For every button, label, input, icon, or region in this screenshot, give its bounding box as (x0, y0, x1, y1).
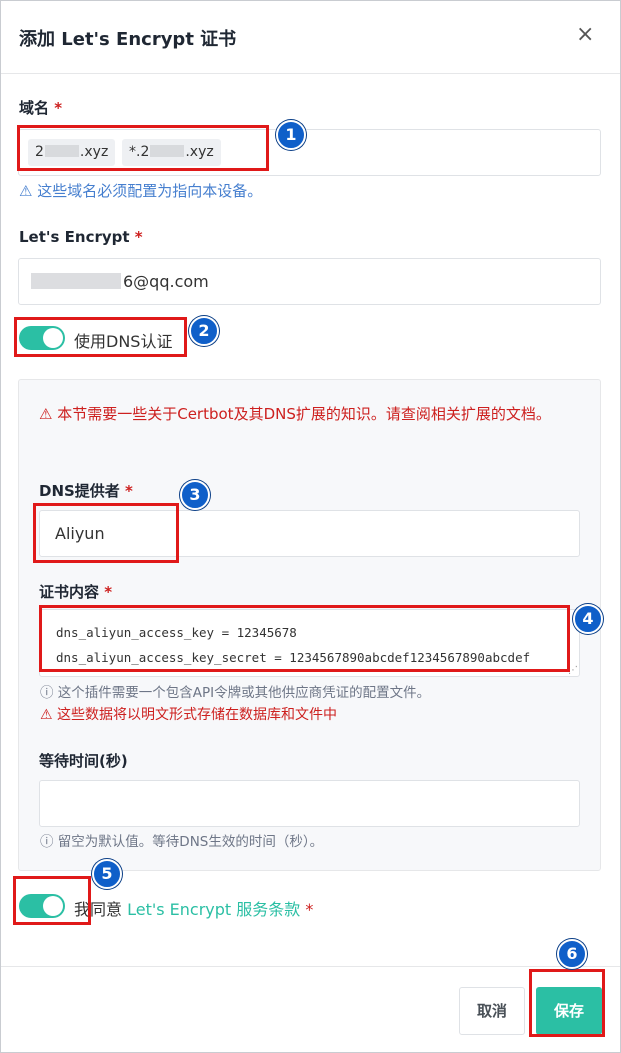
dialog-title: 添加 Let's Encrypt 证书 (19, 29, 237, 50)
dns-challenge-toggle[interactable] (19, 326, 65, 350)
redacted-text (31, 273, 121, 289)
toggle-knob (43, 896, 63, 916)
email-label: Let's Encrypt * (19, 228, 143, 246)
info-icon: ⓘ (40, 834, 54, 850)
info-icon: ⓘ (40, 685, 54, 701)
credentials-hint: ⓘ 这个插件需要一个包含API令牌或其他供应商凭证的配置文件。 (40, 681, 430, 701)
redacted-text (150, 145, 185, 157)
dialog-footer (1, 966, 620, 1052)
cancel-button[interactable]: 取消 (459, 987, 525, 1035)
propagation-label: 等待时间(秒) (39, 752, 128, 770)
redacted-text (44, 145, 79, 157)
propagation-seconds-input[interactable] (39, 780, 580, 827)
email-field[interactable]: 6@qq.com (18, 258, 601, 305)
terms-link[interactable]: Let's Encrypt 服务条款 (127, 900, 300, 919)
annotation-badge: 2 (189, 316, 219, 346)
add-certificate-dialog: 添加 Let's Encrypt 证书 × 域名 * 2 .xyz *.2 .xyz… (0, 0, 621, 1053)
annotation-badge: 3 (180, 480, 210, 510)
warning-icon: ⚠ (40, 707, 53, 723)
plaintext-warning: ⚠ 这些数据将以明文形式存储在数据库和文件中 (40, 707, 338, 723)
warning-icon: ⚠ (19, 182, 33, 200)
close-icon[interactable]: × (576, 24, 594, 46)
credentials-textarea[interactable]: dns_aliyun_access_key = 12345678 dns_ali… (39, 609, 580, 677)
credentials-label: 证书内容 * (39, 583, 113, 601)
propagation-hint: ⓘ 留空为默认值。等待DNS生效的时间（秒）。 (40, 830, 323, 850)
domain-names-input[interactable]: 2 .xyz *.2 .xyz (18, 129, 601, 176)
domain-hint: ⚠ 这些域名必须配置为指向本设备。 (19, 182, 263, 200)
credentials-line: dns_aliyun_access_key_secret = 123456789… (56, 650, 531, 665)
credentials-line: dns_aliyun_access_key = 12345678 (56, 625, 297, 640)
agree-terms-label: 我同意 Let's Encrypt 服务条款 * (74, 900, 314, 919)
annotation-badge: 6 (557, 939, 587, 969)
annotation-badge: 1 (276, 120, 306, 150)
dns-provider-label: DNS提供者 * (39, 482, 133, 500)
annotation-badge: 5 (92, 859, 122, 889)
resize-handle-icon[interactable]: ⋰ (568, 665, 578, 676)
domain-label: 域名 * (19, 99, 63, 117)
save-button[interactable]: 保存 (536, 987, 602, 1035)
agree-terms-toggle[interactable] (19, 894, 65, 918)
email-value: 6@qq.com (31, 272, 209, 291)
warning-icon: ⚠ (39, 405, 53, 423)
domain-tag[interactable]: *.2 .xyz (122, 139, 221, 166)
toggle-knob (43, 328, 63, 348)
dialog-header: 添加 Let's Encrypt 证书 × (1, 1, 620, 74)
dns-provider-select[interactable]: Aliyun (39, 510, 580, 557)
dns-challenge-label: 使用DNS认证 (74, 332, 173, 351)
domain-tag[interactable]: 2 .xyz (28, 139, 116, 166)
certbot-warning: ⚠ 本节需要一些关于Certbot及其DNS扩展的知识。请查阅相关扩展的文档。 (39, 401, 584, 427)
annotation-badge: 4 (573, 604, 603, 634)
dns-settings-card: ⚠ 本节需要一些关于Certbot及其DNS扩展的知识。请查阅相关扩展的文档。 … (18, 379, 601, 871)
dns-provider-value: Aliyun (55, 524, 105, 543)
